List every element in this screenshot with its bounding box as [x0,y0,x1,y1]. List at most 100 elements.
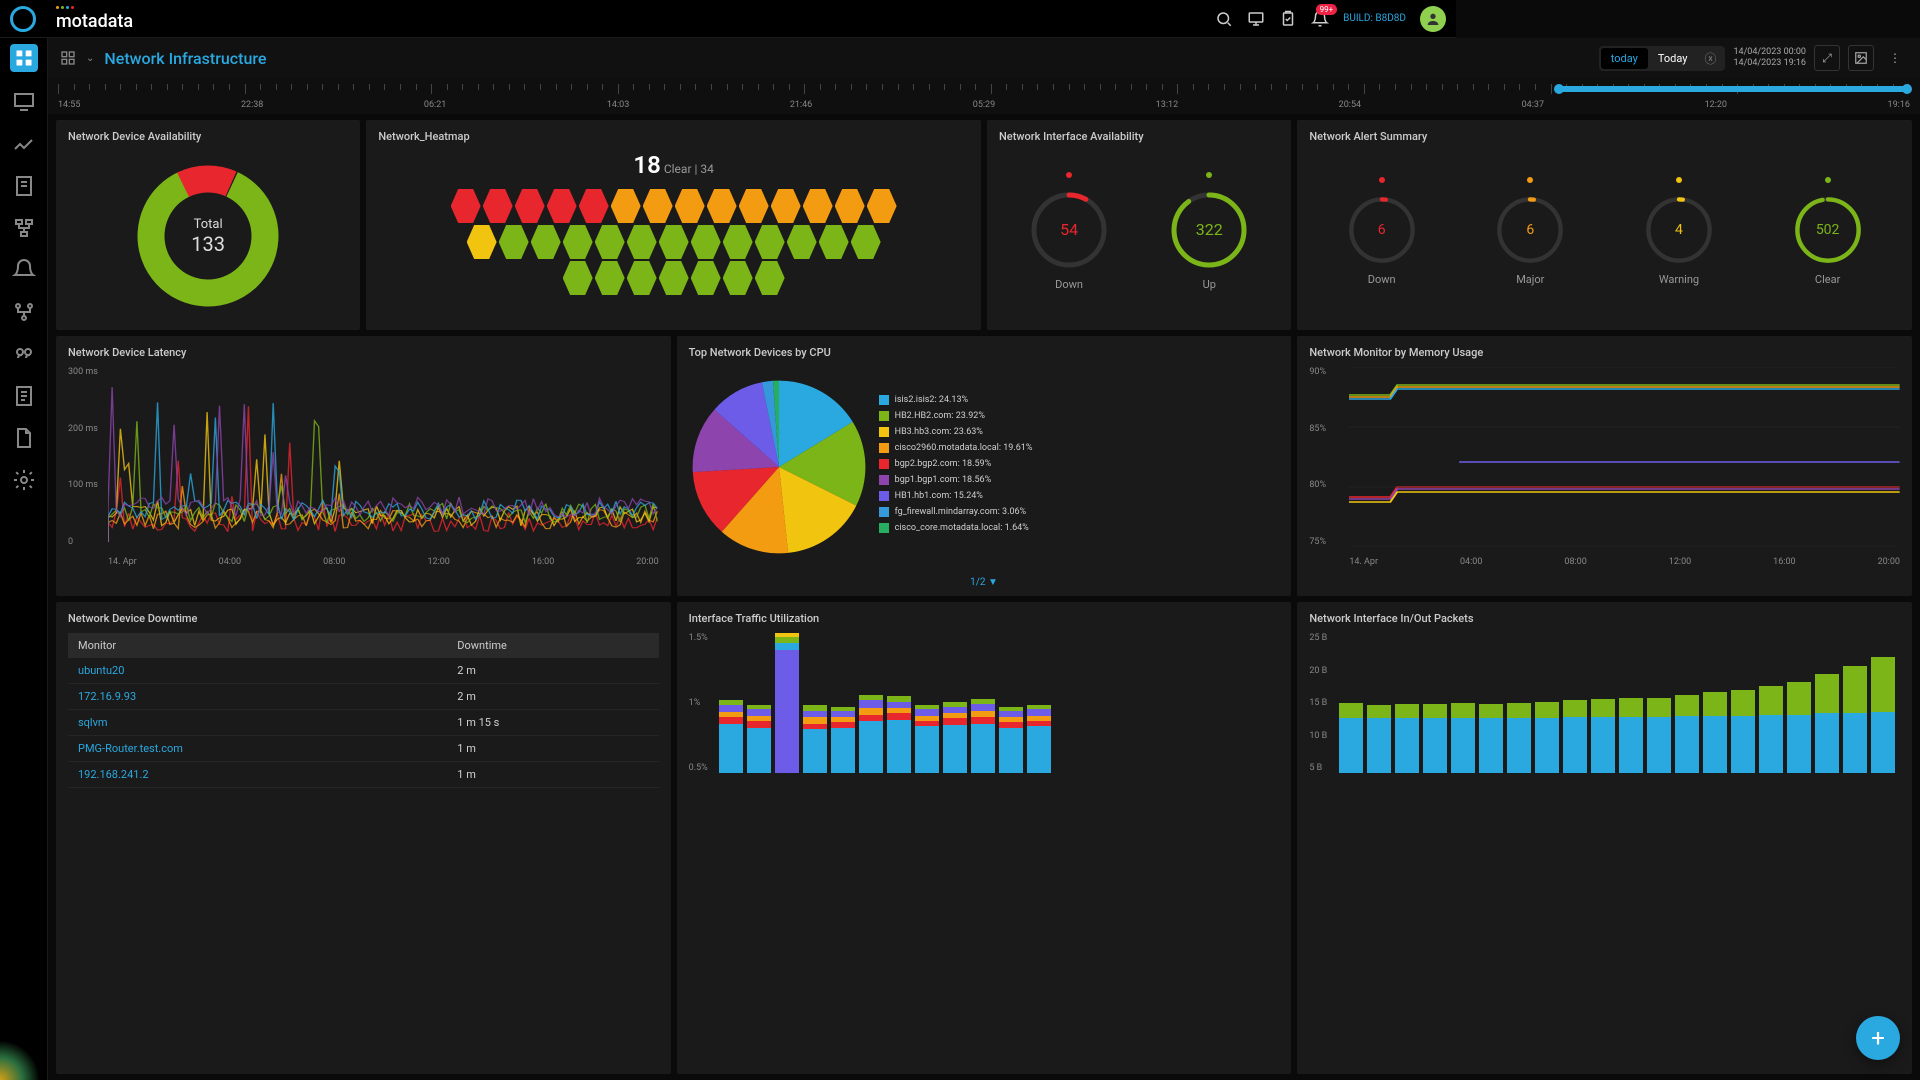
hex-cell[interactable] [627,261,657,295]
table-header: Monitor [68,633,447,658]
clear-range-icon[interactable]: ⓧ [1701,49,1719,67]
gauge-value: 6 [1495,195,1565,265]
table-row[interactable]: ubuntu202 m [68,658,659,684]
table-row[interactable]: 192.168.241.21 m [68,762,659,788]
hex-cell[interactable] [755,261,785,295]
hex-cell[interactable] [451,189,481,223]
hex-cell[interactable] [467,225,497,259]
logo-icon [10,6,36,32]
left-nav [0,38,48,1080]
hex-cell[interactable] [835,189,865,223]
table-row[interactable]: 172.16.9.932 m [68,684,659,710]
downtime-value: 2 m [447,684,658,710]
hex-cell[interactable] [867,189,897,223]
range-preset[interactable]: today [1601,48,1648,69]
hex-cell[interactable] [563,261,593,295]
nav-reports-icon[interactable] [12,174,36,198]
legend-swatch-icon [879,459,889,469]
grid-icon[interactable] [60,50,76,66]
hex-cell[interactable] [803,189,833,223]
nav-dashboard-icon[interactable] [10,44,38,72]
bar [915,705,939,773]
traffic-chart: 1.5%1%0.5% [689,633,1280,773]
panel-title: Network Interface In/Out Packets [1309,612,1900,625]
hex-cell[interactable] [515,189,545,223]
hex-cell[interactable] [563,225,593,259]
downtime-table: MonitorDowntime ubuntu202 m172.16.9.932 … [68,633,659,788]
screen-icon[interactable] [1247,10,1265,28]
table-row[interactable]: PMG-Router.test.com1 m [68,736,659,762]
bell-icon[interactable]: 99+ [1311,10,1329,28]
clipboard-icon[interactable] [1279,10,1297,28]
hex-cell[interactable] [675,189,705,223]
heatmap-count: 18 [633,151,660,179]
nav-network-icon[interactable] [12,216,36,240]
hex-cell[interactable] [723,261,753,295]
legend-label: bgp2.bgp2.com: 18.59% [895,459,992,469]
timeline-range-slider[interactable] [1558,86,1908,92]
more-icon[interactable]: ⋮ [1882,45,1908,71]
hex-cell[interactable] [707,189,737,223]
nav-logs-icon[interactable] [12,384,36,408]
search-icon[interactable] [1215,10,1233,28]
cpu-legend: isis2.isis2: 24.13%HB2.HB2.com: 23.92%HB… [879,395,1280,539]
hex-cell[interactable] [755,225,785,259]
date-from: 14/04/2023 00:00 [1733,47,1806,58]
packets-chart: 25 B20 B15 B10 B5 B [1309,633,1900,773]
nav-monitor-icon[interactable] [12,90,36,114]
hex-cell[interactable] [787,225,817,259]
monitor-link[interactable]: ubuntu20 [68,658,447,684]
range-value: Today [1648,48,1698,69]
cpu-pie [689,377,869,557]
main: ⌄ Network Infrastructure today Today ⓧ 1… [48,38,1920,1080]
monitor-link[interactable]: PMG-Router.test.com [68,736,447,762]
nav-file-icon[interactable] [12,426,36,450]
hex-cell[interactable] [819,225,849,259]
hex-cell[interactable] [851,225,881,259]
hex-cell[interactable] [643,189,673,223]
nav-metrics-icon[interactable] [12,132,36,156]
gauge-label: Down [1368,273,1396,286]
legend-label: HB1.hb1.com: 15.24% [895,491,983,501]
hex-cell[interactable] [499,225,529,259]
image-icon[interactable] [1848,45,1874,71]
hex-cell[interactable] [595,225,625,259]
latency-chart: 300 ms200 ms100 ms0 14. Apr04:0008:0012:… [68,367,659,567]
hex-cell[interactable] [547,189,577,223]
hex-cell[interactable] [531,225,561,259]
monitor-link[interactable]: sqlvm [68,710,447,736]
gauge-label: Down [1055,278,1083,291]
hex-cell[interactable] [723,225,753,259]
panel-packets: Network Interface In/Out Packets 25 B20 … [1297,602,1912,1074]
time-range-selector[interactable]: today Today ⓧ [1599,46,1726,71]
legend-swatch-icon [879,475,889,485]
nav-settings-icon[interactable] [12,468,36,492]
hex-cell[interactable] [659,261,689,295]
table-row[interactable]: sqlvm1 m 15 s [68,710,659,736]
avatar[interactable] [1420,6,1446,32]
chevron-down-icon[interactable]: ⌄ [86,53,94,64]
hex-cell[interactable] [579,189,609,223]
hex-cell[interactable] [691,225,721,259]
hex-cell[interactable] [739,189,769,223]
hex-cell[interactable] [611,189,641,223]
monitor-link[interactable]: 172.16.9.93 [68,684,447,710]
pager[interactable]: 1/2 ▼ [970,577,998,588]
hex-cell[interactable] [483,189,513,223]
legend-item: bgp1.bgp1.com: 18.56% [879,475,1280,485]
hex-cell[interactable] [659,225,689,259]
dashboard-grid: Network Device Availability Total 133 Ne… [48,114,1920,1080]
nav-discovery-icon[interactable] [12,342,36,366]
monitor-link[interactable]: 192.168.241.2 [68,762,447,788]
bar [831,707,855,773]
add-button[interactable]: + [1856,1016,1900,1060]
hex-cell[interactable] [627,225,657,259]
nav-alerts-icon[interactable] [12,258,36,282]
hex-cell[interactable] [691,261,721,295]
nav-topology-icon[interactable] [12,300,36,324]
hex-cell[interactable] [595,261,625,295]
hex-cell[interactable] [771,189,801,223]
fullscreen-icon[interactable]: ⤢ [1814,45,1840,71]
brand: motadata [56,6,133,32]
timeline[interactable]: 14:5522:3806:2114:0321:4605:2913:1220:54… [48,78,1920,114]
